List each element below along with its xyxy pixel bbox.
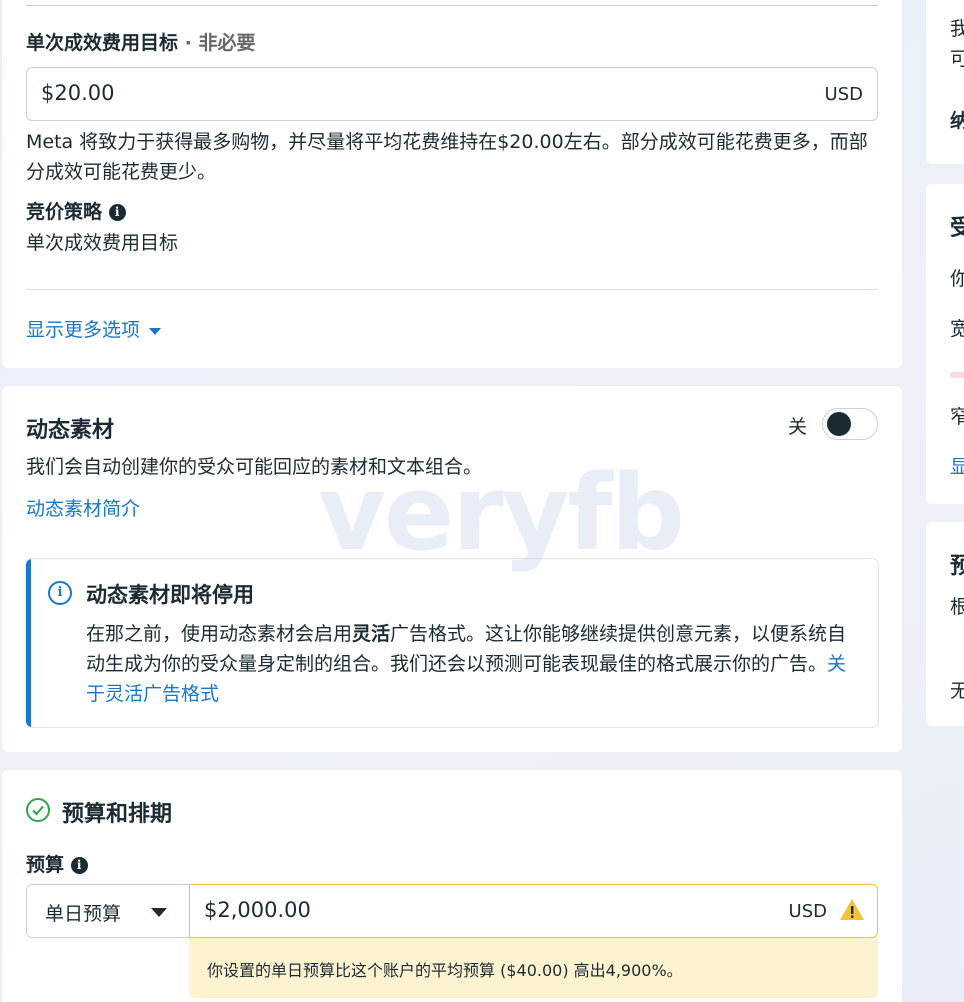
budget-value: $2,000.00 [204, 898, 311, 922]
sidebar-text: 窄 [950, 406, 964, 428]
dynamic-creative-card: 动态素材 关 我们会自动创建你的受众可能回应的素材和文本组合。 动态素材简介 i… [2, 386, 902, 752]
sidebar-card-1: 我 可 纳 [926, 0, 964, 164]
sidebar-text: 根 [950, 596, 964, 618]
bid-card: 单次成效费用目标 · 非必要 $20.00 USD Meta 将致力于获得最多购… [2, 0, 902, 368]
sidebar-heading: 受 [950, 216, 964, 241]
cost-per-result-input[interactable]: $20.00 USD [26, 67, 878, 121]
caret-down-icon [149, 328, 162, 335]
sidebar-card-2: 受 你 宽 窄 显 [926, 184, 964, 504]
dynamic-creative-toggle[interactable] [822, 408, 878, 440]
top-input-edge [26, 5, 878, 6]
warning-icon [840, 899, 864, 920]
info-icon[interactable]: i [70, 857, 88, 874]
dropdown-arrow-icon [151, 908, 167, 917]
bid-strategy-label: 竞价策略 i [26, 197, 126, 224]
currency-label: USD [824, 84, 863, 105]
bid-strategy-value: 单次成效费用目标 [26, 232, 179, 254]
sidebar-card-3: 预 根 无 [926, 522, 964, 726]
sidebar-text: 宽 [950, 318, 964, 340]
dynamic-creative-intro-link[interactable]: 动态素材简介 [26, 494, 140, 521]
budget-type-select[interactable]: 单日预算 [26, 884, 190, 938]
sidebar-meter [950, 372, 964, 378]
divider [26, 289, 878, 290]
cost-per-result-label: 单次成效费用目标 · 非必要 [26, 32, 256, 54]
sidebar-text: 我 [950, 18, 964, 40]
notice-title: 动态素材即将停用 [86, 583, 254, 607]
budget-warning-text: 你设置的单日预算比这个账户的平均预算 ($40.00) 高出4,900%。 [207, 961, 683, 980]
sidebar-text: 纳 [950, 110, 964, 132]
budget-warning: 你设置的单日预算比这个账户的平均预算 ($40.00) 高出4,900%。 [189, 938, 878, 998]
budget-label: 预算 i [26, 850, 88, 877]
sidebar-heading: 预 [950, 554, 964, 579]
check-circle-icon [26, 798, 50, 822]
budget-schedule-card: 预算和排期 预算 i 单日预算 $2,000.00 USD 你设置的单日预算比这… [2, 770, 902, 1002]
toggle-knob [827, 412, 851, 436]
info-icon[interactable]: i [108, 204, 126, 221]
deprecation-notice: i 动态素材即将停用 在那之前，使用动态素材会启用灵活广告格式。这让你能够继续提… [26, 559, 878, 727]
notice-body: 在那之前，使用动态素材会启用灵活广告格式。这让你能够继续提供创意元素，以便系统自… [86, 623, 847, 705]
sidebar-text: 你 [950, 268, 964, 290]
show-more-options-link[interactable]: 显示更多选项 [26, 315, 162, 342]
sidebar-link[interactable]: 显 [950, 452, 964, 479]
budget-type-value: 单日预算 [45, 903, 122, 925]
toggle-state-label: 关 [788, 416, 808, 438]
budget-section-title: 预算和排期 [62, 802, 173, 827]
info-circle-icon: i [48, 581, 72, 605]
bid-description: Meta 将致力于获得最多购物，并尽量将平均花费维持在$20.00左右。部分成效… [26, 131, 868, 183]
dynamic-creative-description: 我们会自动创建你的受众可能回应的素材和文本组合。 [26, 456, 483, 478]
sidebar-text: 可 [950, 48, 964, 70]
dynamic-creative-title: 动态素材 [26, 418, 115, 443]
cost-value: $20.00 [41, 81, 115, 105]
sidebar-text: 无 [950, 680, 964, 702]
flexible-bold: 灵活 [352, 623, 391, 645]
budget-currency: USD [788, 901, 827, 922]
notice-accent-bar [26, 559, 31, 727]
budget-amount-input[interactable]: $2,000.00 USD [189, 884, 878, 938]
